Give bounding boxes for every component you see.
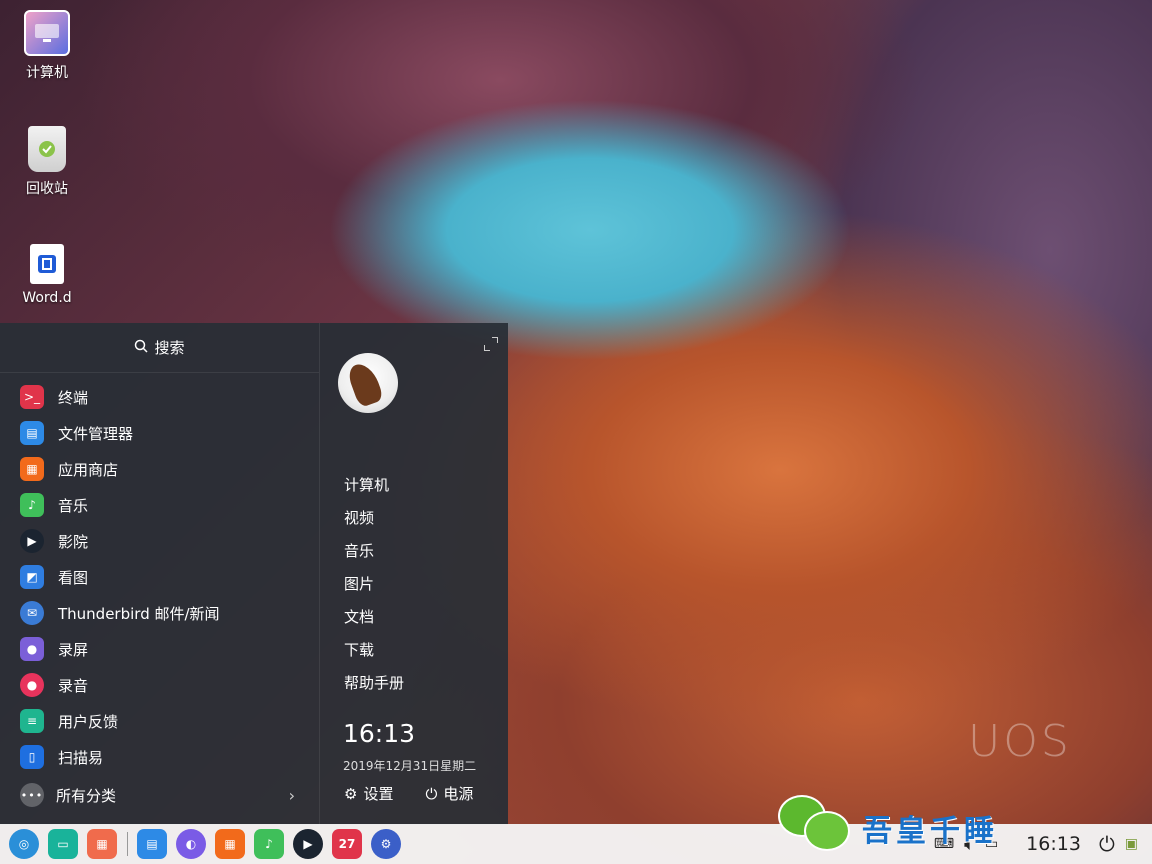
voice-recorder-icon: ● (20, 673, 44, 697)
app-item-image-viewer[interactable]: ◩ 看图 (0, 559, 319, 595)
computer-icon (24, 10, 70, 56)
calendar-icon[interactable]: 27 (332, 829, 362, 859)
power-icon: ⏻ (425, 784, 438, 803)
image-viewer-icon: ◩ (20, 565, 44, 589)
app-label: 录屏 (58, 640, 89, 659)
taskbar-clock[interactable]: 16:13 (1026, 833, 1081, 855)
place-videos[interactable]: 视频 (344, 501, 404, 534)
file-manager-icon: ▤ (20, 421, 44, 445)
settings-label: 设置 (363, 785, 394, 803)
thunderbird-icon: ✉ (20, 601, 44, 625)
app-item-movie[interactable]: ▶ 影院 (0, 523, 319, 559)
scanner-icon: ▯ (20, 745, 44, 769)
app-item-terminal[interactable]: >_ 终端 (0, 379, 319, 415)
settings-icon[interactable]: ⚙ (371, 829, 401, 859)
chevron-right-icon: › (288, 785, 295, 805)
place-help-manual[interactable]: 帮助手册 (344, 666, 404, 699)
app-item-file-manager[interactable]: ▤ 文件管理器 (0, 415, 319, 451)
movie-icon[interactable]: ▶ (293, 829, 323, 859)
launcher-bottom-buttons: ⚙ 设置 ⏻ 电源 (344, 783, 473, 804)
control-center-icon[interactable]: ▦ (87, 829, 117, 859)
wechat-logo-overlay (776, 793, 856, 859)
search-icon (134, 339, 149, 357)
app-item-thunderbird[interactable]: ✉ Thunderbird 邮件/新闻 (0, 595, 319, 631)
app-label: 看图 (58, 568, 89, 587)
overlay-watermark-text: 吾皇千睡 (862, 814, 998, 849)
desktop-icon-word-document[interactable]: Word.d (12, 244, 82, 306)
taskbar-divider (127, 832, 128, 856)
launcher-clock: 16:13 (343, 719, 416, 748)
gear-icon: ⚙ (344, 784, 358, 803)
app-store-icon[interactable]: ▦ (215, 829, 245, 859)
terminal-icon: >_ (20, 385, 44, 409)
desktop-icon-trash[interactable]: 回收站 (12, 126, 82, 198)
desktop-icon-label: 回收站 (26, 181, 68, 197)
app-store-icon: ▦ (20, 457, 44, 481)
desktop-icon-label: Word.d (22, 290, 72, 306)
feedback-icon: ≡ (20, 709, 44, 733)
music-icon[interactable]: ♪ (254, 829, 284, 859)
app-label: 文件管理器 (58, 424, 134, 443)
uos-watermark: UOS (968, 716, 1072, 767)
place-documents[interactable]: 文档 (344, 600, 404, 633)
place-pictures[interactable]: 图片 (344, 567, 404, 600)
desktop-icon-computer[interactable]: 计算机 (12, 10, 82, 82)
all-categories-button[interactable]: ••• 所有分类 › (0, 779, 319, 811)
browser-icon[interactable]: ◐ (176, 829, 206, 859)
avatar[interactable] (338, 353, 398, 413)
app-label: 录音 (58, 676, 89, 695)
movie-icon: ▶ (20, 529, 44, 553)
launcher-date: 2019年12月31日星期二 (343, 759, 477, 773)
power-label: 电源 (443, 785, 474, 803)
power-icon[interactable]: ⏻ (1099, 832, 1115, 856)
launcher-app-column: 搜索 >_ 终端 ▤ 文件管理器 ▦ 应用商店 ♪ 音乐 ▶ 影院 ◩ 看图 ✉ Thunde… (0, 323, 320, 825)
file-manager-icon[interactable]: ▤ (137, 829, 167, 859)
app-label: 音乐 (58, 496, 89, 515)
app-label: 用户反馈 (58, 712, 119, 731)
app-label: Thunderbird 邮件/新闻 (58, 604, 220, 623)
music-icon: ♪ (20, 493, 44, 517)
app-label: 应用商店 (58, 460, 119, 479)
app-label: 扫描易 (58, 748, 104, 767)
search-label: 搜索 (154, 339, 185, 357)
app-list: >_ 终端 ▤ 文件管理器 ▦ 应用商店 ♪ 音乐 ▶ 影院 ◩ 看图 ✉ Thunderbi… (0, 373, 319, 775)
place-music[interactable]: 音乐 (344, 534, 404, 567)
settings-button[interactable]: ⚙ 设置 (344, 783, 393, 804)
places-list: 计算机 视频 音乐 图片 文档 下载 帮助手册 (344, 468, 404, 699)
desktop-icon-label: 计算机 (26, 65, 68, 81)
trash-tray-icon[interactable]: ▣ (1125, 836, 1138, 852)
place-computer[interactable]: 计算机 (344, 468, 404, 501)
app-label: 终端 (58, 388, 89, 407)
launcher-icon[interactable]: ◎ (9, 829, 39, 859)
trash-icon (28, 126, 66, 172)
multitask-view-icon[interactable]: ▭ (48, 829, 78, 859)
app-item-app-store[interactable]: ▦ 应用商店 (0, 451, 319, 487)
launcher-side-panel: 计算机 视频 音乐 图片 文档 下载 帮助手册 16:13 2019年12月31… (320, 323, 508, 825)
app-item-feedback[interactable]: ≡ 用户反馈 (0, 703, 319, 739)
start-launcher: 搜索 >_ 终端 ▤ 文件管理器 ▦ 应用商店 ♪ 音乐 ▶ 影院 ◩ 看图 ✉ Thunde… (0, 323, 508, 825)
app-item-scanner[interactable]: ▯ 扫描易 (0, 739, 319, 775)
fullscreen-toggle-icon[interactable] (484, 337, 498, 351)
app-label: 影院 (58, 532, 89, 551)
app-item-voice-recorder[interactable]: ● 录音 (0, 667, 319, 703)
place-downloads[interactable]: 下载 (344, 633, 404, 666)
app-item-music[interactable]: ♪ 音乐 (0, 487, 319, 523)
word-document-icon (30, 244, 64, 284)
screen-recorder-icon: ● (20, 637, 44, 661)
all-categories-label: 所有分类 (56, 786, 117, 805)
wechat-bubble-icon (804, 811, 850, 851)
search-box[interactable]: 搜索 (0, 323, 319, 373)
app-item-screen-recorder[interactable]: ● 录屏 (0, 631, 319, 667)
power-button[interactable]: ⏻ 电源 (425, 783, 473, 804)
more-icon: ••• (20, 783, 44, 807)
